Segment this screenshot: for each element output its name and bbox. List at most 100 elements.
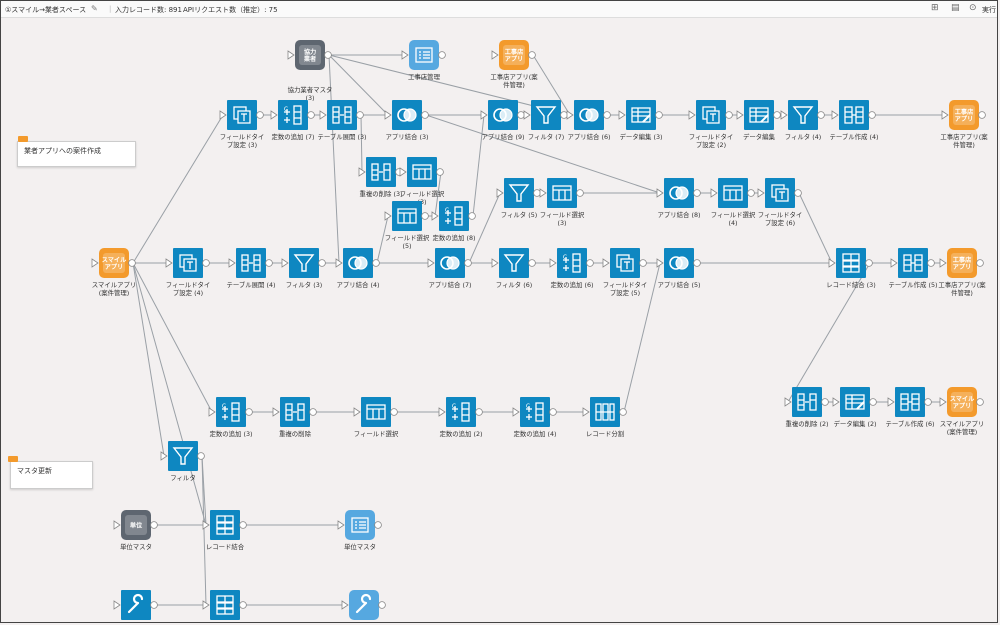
output-port-icon[interactable] — [150, 521, 158, 529]
flow-node-join[interactable]: アプリ結合 (9) — [480, 100, 525, 141]
output-port-icon[interactable] — [560, 111, 568, 119]
output-port-icon[interactable] — [438, 51, 446, 59]
output-port-icon[interactable] — [468, 212, 476, 220]
input-port-icon[interactable] — [656, 188, 664, 198]
node-tile[interactable] — [788, 100, 818, 130]
node-tile[interactable] — [446, 397, 476, 427]
flow-node-app[interactable]: 工事店アプリ工事店アプリ(案件管理) — [938, 248, 986, 297]
output-port-icon[interactable] — [197, 452, 205, 460]
input-port-icon[interactable] — [828, 258, 836, 268]
node-tile[interactable] — [392, 201, 422, 231]
node-tile[interactable] — [520, 397, 550, 427]
output-port-icon[interactable] — [533, 189, 541, 197]
flow-node-field-select[interactable]: フィールド選択(3) — [539, 178, 585, 227]
input-port-icon[interactable] — [319, 110, 327, 120]
input-port-icon[interactable] — [512, 407, 520, 417]
flow-node-field-type[interactable]: フィールドタイプ設定 (5) — [602, 248, 648, 297]
output-port-icon[interactable] — [265, 259, 273, 267]
output-port-icon[interactable] — [517, 111, 525, 119]
output-port-icon[interactable] — [309, 408, 317, 416]
flow-node-record-merge[interactable] — [202, 590, 247, 620]
flow-node-add-constant[interactable]: C 定数の追加 (8) — [431, 201, 476, 242]
output-port-icon[interactable] — [976, 259, 984, 267]
flow-node-join[interactable]: アプリ結合 (4) — [335, 248, 380, 289]
output-port-icon[interactable] — [924, 398, 932, 406]
output-port-icon[interactable] — [378, 601, 386, 609]
output-port-icon[interactable] — [475, 408, 483, 416]
input-port-icon[interactable] — [438, 407, 446, 417]
input-port-icon[interactable] — [890, 258, 898, 268]
flow-node-table-expand[interactable]: テーブル展開 (4) — [226, 248, 276, 289]
input-port-icon[interactable] — [399, 167, 407, 177]
node-tile[interactable] — [626, 100, 656, 130]
node-tile[interactable] — [361, 397, 391, 427]
node-tile[interactable] — [557, 248, 587, 278]
flow-node-table-create[interactable]: テーブル作成 (5) — [888, 248, 938, 289]
node-tile[interactable] — [499, 248, 529, 278]
output-port-icon[interactable] — [655, 111, 663, 119]
output-port-icon[interactable] — [528, 259, 536, 267]
output-port-icon[interactable] — [619, 408, 627, 416]
input-port-icon[interactable] — [219, 110, 227, 120]
flow-node-record-split[interactable]: レコード分割 — [582, 397, 627, 438]
output-port-icon[interactable] — [239, 521, 247, 529]
output-port-icon[interactable] — [639, 259, 647, 267]
input-port-icon[interactable] — [939, 258, 947, 268]
flow-node-filter[interactable]: フィルタ (3) — [281, 248, 326, 289]
flow-node-add-constant[interactable]: C 定数の追加 (3) — [208, 397, 253, 438]
flow-node-app[interactable]: スマイルアプリスマイルアプリ(案件管理) — [91, 248, 137, 297]
node-tile[interactable] — [289, 248, 319, 278]
output-port-icon[interactable] — [372, 259, 380, 267]
flow-node-dedupe[interactable]: 重複の削除 (3) — [358, 157, 403, 198]
input-port-icon[interactable] — [602, 258, 610, 268]
input-port-icon[interactable] — [272, 407, 280, 417]
output-port-icon[interactable] — [576, 189, 584, 197]
flow-node-field-type[interactable]: フィールドタイプ設定 (6) — [757, 178, 803, 227]
flow-node-field-select[interactable]: フィールド選択(3) — [399, 157, 445, 206]
flow-node-add-constant[interactable]: C 定数の追加 (7) — [270, 100, 315, 141]
output-port-icon[interactable] — [324, 51, 332, 59]
flow-node-add-constant[interactable]: C 定数の追加 (6) — [549, 248, 594, 289]
flow-node-filter[interactable]: フィルタ (6) — [491, 248, 536, 289]
flow-node-app[interactable]: 単位単位マスタ — [113, 510, 158, 551]
output-port-icon[interactable] — [865, 259, 873, 267]
input-port-icon[interactable] — [353, 407, 361, 417]
flow-node-join[interactable]: アプリ結合 (3) — [384, 100, 429, 141]
input-port-icon[interactable] — [208, 407, 216, 417]
input-port-icon[interactable] — [113, 520, 121, 530]
flow-node-wrench[interactable] — [341, 590, 386, 620]
flow-node-record-merge[interactable]: レコード結合 — [202, 510, 247, 551]
node-tile[interactable] — [439, 201, 469, 231]
output-port-icon[interactable] — [421, 111, 429, 119]
output-port-icon[interactable] — [821, 398, 829, 406]
flow-node-record-merge[interactable]: レコード結合 (3) — [826, 248, 876, 289]
flow-node-filter[interactable]: フィルタ — [160, 441, 205, 482]
input-port-icon[interactable] — [780, 110, 788, 120]
input-port-icon[interactable] — [941, 110, 949, 120]
flow-canvas[interactable]: 協力業者協力業者マスタ(3)工事店管理工事店アプリ工事店アプリ(案件管理)フィー… — [0, 0, 1000, 625]
flow-node-table-create[interactable]: テーブル作成 (4) — [829, 100, 879, 141]
output-port-icon[interactable] — [421, 212, 429, 220]
input-port-icon[interactable] — [688, 110, 696, 120]
flow-node-table-expand[interactable]: テーブル展開 (3) — [317, 100, 367, 141]
output-port-icon[interactable] — [528, 51, 536, 59]
flow-node-join[interactable]: アプリ結合 (7) — [427, 248, 472, 289]
output-port-icon[interactable] — [747, 189, 755, 197]
flow-node-dedupe[interactable]: 重複の削除 — [272, 397, 317, 438]
input-port-icon[interactable] — [757, 188, 765, 198]
input-port-icon[interactable] — [384, 110, 392, 120]
output-port-icon[interactable] — [794, 189, 802, 197]
flow-node-field-type[interactable]: フィールドタイプ設定 (2) — [688, 100, 734, 149]
input-port-icon[interactable] — [618, 110, 626, 120]
output-port-icon[interactable] — [978, 111, 986, 119]
flow-node-app[interactable]: 工事店アプリ工事店アプリ(案件管理) — [490, 40, 538, 89]
flow-node-data-edit[interactable]: データ編集 (3) — [618, 100, 663, 141]
input-port-icon[interactable] — [939, 397, 947, 407]
input-port-icon[interactable] — [491, 258, 499, 268]
output-port-icon[interactable] — [603, 111, 611, 119]
input-port-icon[interactable] — [656, 258, 664, 268]
flow-node-filter[interactable]: フィルタ (5) — [496, 178, 541, 219]
output-port-icon[interactable] — [549, 408, 557, 416]
input-port-icon[interactable] — [341, 600, 349, 610]
flow-node-app[interactable]: 工事店アプリ工事店アプリ(案件管理) — [940, 100, 988, 149]
